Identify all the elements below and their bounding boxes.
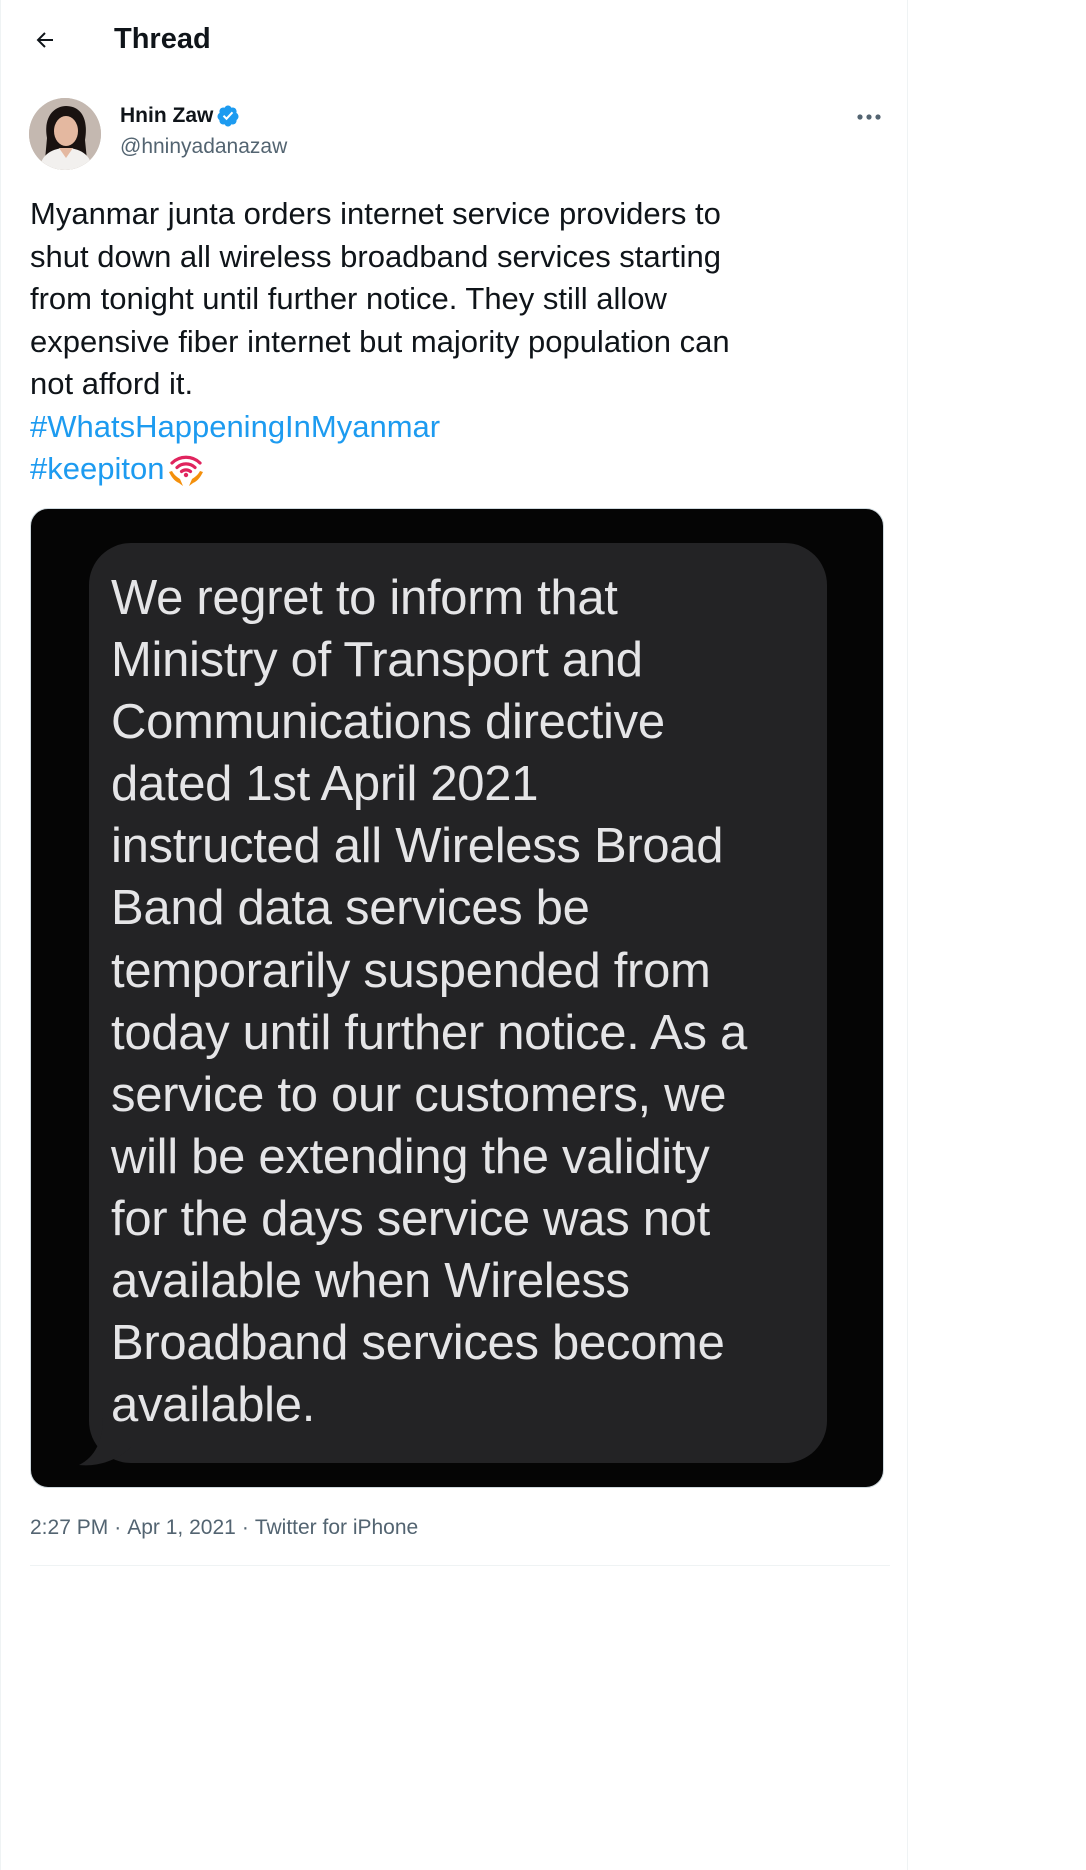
verified-badge-icon	[217, 105, 239, 127]
message-line: Communications directive	[111, 695, 665, 750]
tweet-page: Thread Hnin Zaw @hninyadanazaw Myanmar j…	[0, 0, 908, 1870]
message-line: service to our customers, we	[111, 1067, 727, 1122]
avatar[interactable]	[29, 98, 101, 170]
author-handle[interactable]: @hninyadanazaw	[120, 133, 287, 161]
message-line: We regret to inform that	[111, 571, 618, 625]
tweet-time[interactable]: 2:27 PM	[30, 1516, 108, 1539]
author-name[interactable]: Hnin Zaw	[120, 102, 213, 130]
message-line: dated 1st April 2021	[111, 757, 539, 812]
message-line: available.	[111, 1378, 316, 1433]
author-name-row[interactable]: Hnin Zaw	[120, 101, 240, 131]
message-line: Broadband services become	[111, 1316, 725, 1371]
message-line: today until further notice. As a	[111, 1005, 747, 1060]
tweet-media-image[interactable]: We regret to inform that Ministry of Tra…	[30, 508, 884, 1488]
message-line: available when Wireless	[111, 1254, 630, 1309]
hashtag-link[interactable]: #WhatsHappeningInMyanmar	[30, 409, 440, 444]
message-line: temporarily suspended from	[111, 943, 711, 998]
hashtag-link[interactable]: #keepiton	[30, 451, 164, 486]
more-options-button[interactable]	[849, 103, 889, 131]
message-line: Band data services be	[111, 881, 590, 936]
tweet-source[interactable]: Twitter for iPhone	[255, 1516, 418, 1539]
meta-separator: ·	[241, 1516, 249, 1539]
message-line: instructed all Wireless Broad	[111, 819, 724, 874]
back-button[interactable]	[27, 22, 63, 58]
tweet-date[interactable]: Apr 1, 2021	[127, 1516, 236, 1539]
tweet-metadata: 2:27 PM · Apr 1, 2021 · Twitter for iPhone	[30, 1514, 418, 1542]
tweet-text-line: not afford it.	[30, 366, 194, 401]
tweet-text-line: Myanmar junta orders internet service pr…	[30, 196, 721, 231]
top-bar: Thread	[1, 0, 907, 78]
page-title: Thread	[114, 23, 211, 55]
message-line: for the days service was not	[111, 1191, 710, 1246]
meta-separator: ·	[114, 1516, 122, 1539]
avatar-image	[29, 98, 101, 170]
message-line: Ministry of Transport and	[111, 633, 643, 688]
message-text: We regret to inform that Ministry of Tra…	[111, 567, 831, 1436]
tweet-text-line: from tonight until further notice. They …	[30, 281, 667, 316]
tweet-text-line: shut down all wireless broadband service…	[30, 238, 721, 274]
tweet-text-line: expensive fiber internet but majority po…	[30, 323, 730, 359]
tweet-text: Myanmar junta orders internet service pr…	[30, 193, 890, 491]
divider	[30, 1565, 890, 1566]
message-line: will be extending the validity	[111, 1129, 710, 1184]
arrow-left-icon	[36, 32, 53, 48]
more-horizontal-icon	[857, 114, 881, 120]
wireless-hands-emoji-icon	[169, 455, 204, 486]
